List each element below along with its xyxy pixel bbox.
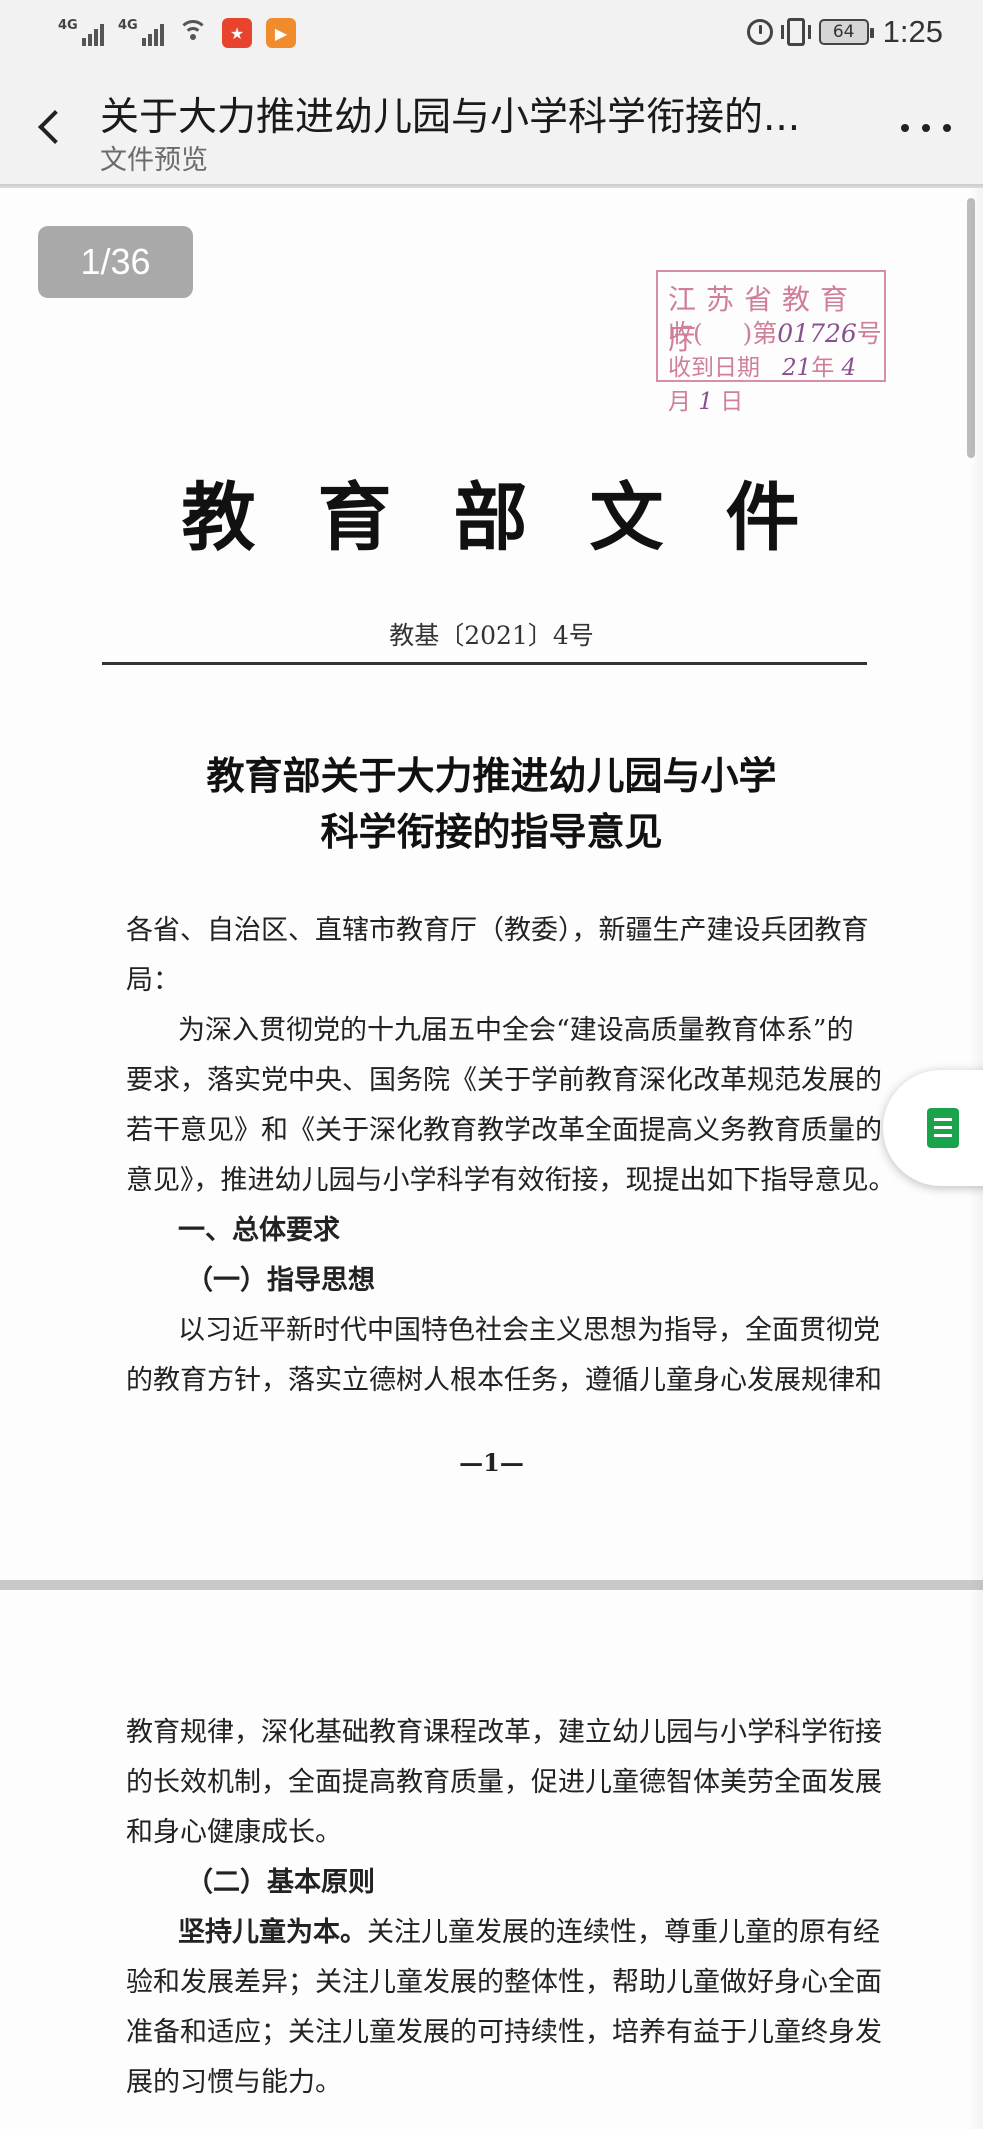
page-1-body: 各省、自治区、直辖市教育厅（教委），新疆生产建设兵团教育 局： 为深入贯彻党的十… — [126, 906, 896, 1406]
text-line: 要求，落实党中央、国务院《关于学前教育深化改革规范发展的 — [126, 1065, 882, 1096]
more-dots-icon — [901, 124, 909, 132]
status-bar: 4G 4G ★ ▶ 64 1:25 — [0, 0, 983, 66]
bold-lead-phrase: 坚持儿童为本。 — [178, 1917, 367, 1948]
wifi-icon — [178, 20, 208, 46]
app-notification-icon: ★ — [222, 18, 252, 48]
section-heading: 一、总体要求 — [178, 1215, 340, 1246]
page-2-body: 教育规律，深化基础教育课程改革，建立幼儿园与小学科学衔接 的长效机制，全面提高教… — [126, 1708, 882, 2108]
text-line: 意见》，推进幼儿园与小学科学有效衔接，现提出如下指导意见。 — [126, 1165, 896, 1196]
text-line: 若干意见》和《关于深化教育教学改革全面提高义务教育质量的 — [126, 1115, 882, 1146]
text-line: 为深入贯彻党的十九届五中全会“建设高质量教育体系”的 — [178, 1015, 854, 1046]
title-bar: 关于大力推进幼儿园与小学科学衔接的... 文件预览 — [0, 66, 983, 186]
video-app-notification-icon: ▶ — [266, 18, 296, 48]
text-line: 以习近平新时代中国特色社会主义思想为指导，全面贯彻党 — [178, 1315, 880, 1346]
text-line: 坚持儿童为本。关注儿童发展的连续性，尊重儿童的原有经 — [126, 1908, 880, 1958]
stamp-line-2: 收( )第01726号 — [668, 319, 882, 348]
stamp-line-3: 收到日期 21年 4月 1 日 — [668, 355, 857, 415]
chevron-left-icon — [38, 110, 72, 144]
back-button[interactable] — [32, 104, 72, 150]
more-options-button[interactable] — [901, 116, 951, 140]
text-line: 和身心健康成长。 — [126, 1817, 342, 1848]
page-subtitle: 文件预览 — [100, 145, 208, 176]
text-line: 局： — [126, 965, 180, 996]
subsection-heading: （二）基本原则 — [186, 1867, 375, 1898]
title-line-2: 科学衔接的指导意见 — [320, 809, 663, 854]
document-page-1: 江苏省教育厅 收( )第01726号 收到日期 21年 4月 1 日 教育部文件… — [0, 188, 983, 1580]
alarm-icon — [746, 19, 773, 45]
page-footer-number: —1— — [459, 1448, 524, 1477]
document-number: 教基〔2021〕4号 — [389, 621, 594, 650]
status-right: 64 1:25 — [746, 12, 943, 52]
battery-icon: 64 — [818, 19, 874, 45]
text-line: 展的习惯与能力。 — [126, 2067, 342, 2098]
network-type-label-2: 4G — [118, 18, 138, 33]
clock: 1:25 — [882, 14, 943, 49]
subsection-heading: （一）指导思想 — [186, 1265, 375, 1296]
document-viewer[interactable]: 江苏省教育厅 收( )第01726号 收到日期 21年 4月 1 日 教育部文件… — [0, 188, 983, 2129]
text-line: 各省、自治区、直辖市教育厅（教委），新疆生产建设兵团教育 — [126, 915, 869, 946]
status-left: 4G 4G ★ ▶ — [58, 16, 296, 50]
page-separator — [0, 1580, 983, 1590]
spreadsheet-icon — [927, 1108, 959, 1148]
signal-icon-2: 4G — [118, 18, 164, 46]
document-page-2: 教育规律，深化基础教育课程改革，建立幼儿园与小学科学衔接 的长效机制，全面提高教… — [0, 1590, 983, 2129]
text-line: 的长效机制，全面提高教育质量，促进儿童德智体美劳全面发展 — [126, 1767, 882, 1798]
signal-icon: 4G — [58, 18, 104, 46]
text-run: 关注儿童发展的连续性，尊重儿童的原有经 — [367, 1917, 880, 1948]
vibrate-icon — [780, 18, 811, 46]
battery-level: 64 — [832, 22, 855, 42]
network-type-label: 4G — [58, 18, 78, 33]
header-divider — [102, 662, 867, 665]
document-header: 教育部文件 — [181, 475, 862, 561]
page-indicator: 1/36 — [38, 226, 193, 298]
document-main-title: 教育部关于大力推进幼儿园与小学 科学衔接的指导意见 — [0, 748, 983, 860]
title-line-1: 教育部关于大力推进幼儿园与小学 — [206, 753, 777, 798]
text-line: 验和发展差异；关注儿童发展的整体性，帮助儿童做好身心全面 — [126, 1967, 882, 1998]
text-line: 教育规律，深化基础教育课程改革，建立幼儿园与小学科学衔接 — [126, 1717, 882, 1748]
received-stamp: 江苏省教育厅 收( )第01726号 收到日期 21年 4月 1 日 — [656, 270, 886, 415]
text-line: 的教育方针，落实立德树人根本任务，遵循儿童身心发展规律和 — [126, 1365, 882, 1396]
document-title: 关于大力推进幼儿园与小学科学衔接的... — [100, 95, 801, 140]
text-line: 准备和适应；关注儿童发展的可持续性，培养有益于儿童终身发 — [126, 2017, 882, 2048]
